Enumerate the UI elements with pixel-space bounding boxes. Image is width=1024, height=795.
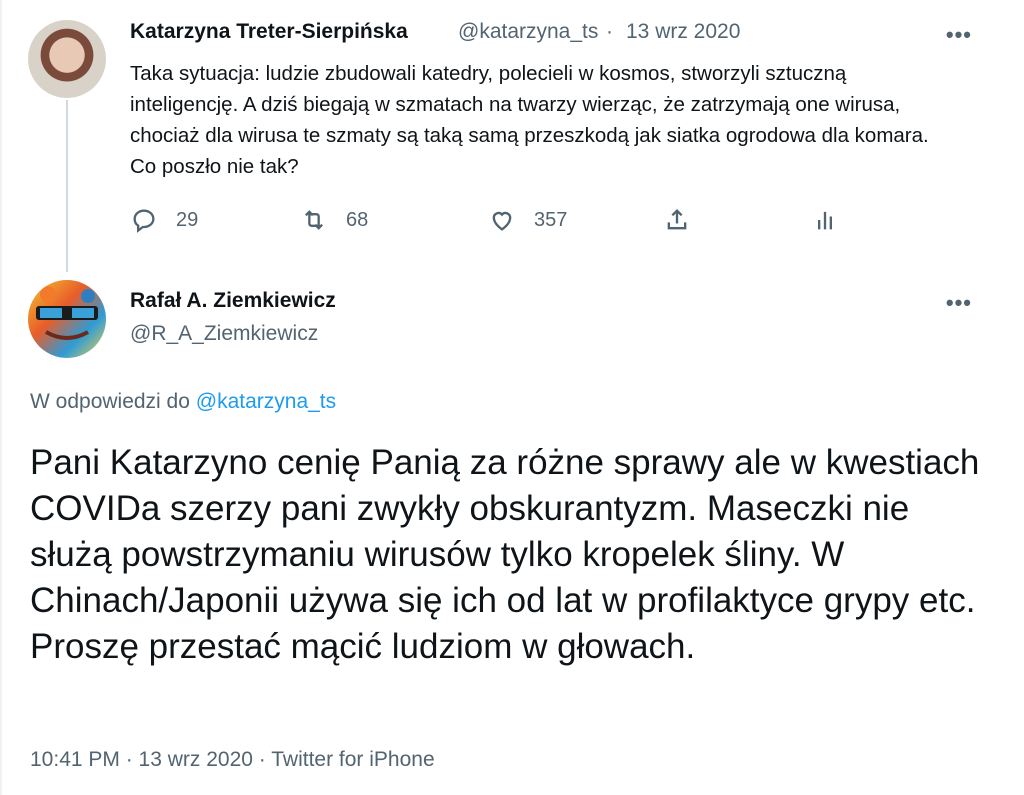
share-button[interactable] <box>663 206 811 234</box>
reply-button[interactable]: 29 <box>130 206 300 234</box>
reply-context: W odpowiedzi do @katarzyna_ts <box>30 390 336 414</box>
tweet1-action-bar: 29 68 357 <box>130 206 839 234</box>
analytics-icon <box>818 211 832 230</box>
like-count: 357 <box>534 208 568 231</box>
tweet1-more-icon[interactable]: ••• <box>946 22 972 48</box>
tweet2-meta[interactable]: 10:41 PM · 13 wrz 2020 · Twitter for iPh… <box>30 748 435 772</box>
tweet2-text: Pani Katarzyno cenię Panią za różne spra… <box>30 443 980 666</box>
retweet-button[interactable]: 68 <box>300 206 488 234</box>
analytics-button[interactable] <box>811 206 839 234</box>
tweet2-author-name[interactable]: Rafał A. Ziemkiewicz <box>130 289 336 313</box>
avatar-katarzyna[interactable] <box>28 20 106 98</box>
avatar-rafal[interactable] <box>28 280 106 358</box>
tweet2-author-handle[interactable]: @R_A_Ziemkiewicz <box>130 322 318 346</box>
reply-target-link[interactable]: @katarzyna_ts <box>196 390 336 413</box>
tweet1-date[interactable]: 13 wrz 2020 <box>626 20 740 44</box>
retweet-icon <box>305 210 323 230</box>
heart-icon <box>492 211 512 231</box>
avatar-rafal-illustration <box>36 286 98 340</box>
tweet1-author-handle[interactable]: @katarzyna_ts <box>458 20 598 44</box>
tweet2-more-icon[interactable]: ••• <box>946 290 972 316</box>
retweet-count: 68 <box>346 208 369 231</box>
reply-count: 29 <box>176 208 199 231</box>
reply-icon <box>133 209 155 233</box>
like-button[interactable]: 357 <box>488 206 663 234</box>
thread-connector-line <box>66 100 68 272</box>
tweet1-dot-separator: · <box>606 20 613 43</box>
share-icon <box>667 209 687 230</box>
reply-prefix: W odpowiedzi do <box>30 390 190 413</box>
tweet1-author-name[interactable]: Katarzyna Treter-Sierpińska <box>130 20 408 44</box>
tweet1-text: Taka sytuacja: ludzie zbudowali katedry,… <box>130 62 929 178</box>
left-border <box>0 0 2 795</box>
